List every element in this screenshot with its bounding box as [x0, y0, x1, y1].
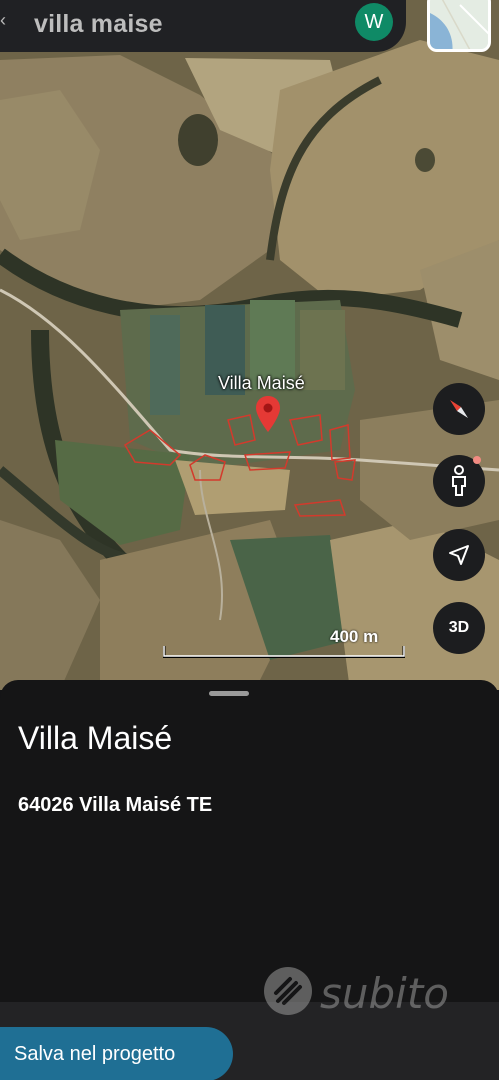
3d-toggle-button[interactable]: 3D — [433, 602, 485, 654]
subito-watermark: subito — [262, 965, 477, 1023]
my-location-icon — [449, 545, 469, 565]
save-to-project-button[interactable]: Salva nel progetto — [0, 1027, 233, 1080]
compass-button[interactable] — [433, 383, 485, 435]
search-bar[interactable]: ‹ villa maise — [0, 0, 406, 52]
scale-bar — [163, 646, 405, 658]
scale-label: 400 m — [330, 627, 379, 646]
satellite-imagery — [0, 0, 499, 690]
back-arrow-icon[interactable]: ‹ — [0, 10, 6, 31]
place-address: 64026 Villa Maisé TE — [18, 794, 213, 816]
map-pin-icon[interactable] — [256, 396, 280, 432]
map-view[interactable]: ‹ villa maise W Villa Maisé 3D 400 m — [0, 0, 499, 690]
watermark-text: subito — [320, 969, 449, 1018]
subito-logo-icon — [264, 967, 312, 1015]
pegman-icon — [452, 465, 466, 496]
notification-dot — [473, 456, 481, 464]
map-place-label: Villa Maisé — [218, 373, 305, 393]
compass-icon — [450, 400, 468, 418]
layers-thumbnail[interactable] — [427, 0, 491, 52]
place-title: Villa Maisé — [18, 720, 173, 756]
my-location-button[interactable] — [433, 529, 485, 581]
sheet-drag-handle[interactable] — [209, 691, 249, 696]
layers-map-preview-icon — [430, 0, 488, 49]
search-input[interactable]: villa maise — [34, 10, 163, 39]
account-avatar[interactable]: W — [355, 3, 393, 41]
